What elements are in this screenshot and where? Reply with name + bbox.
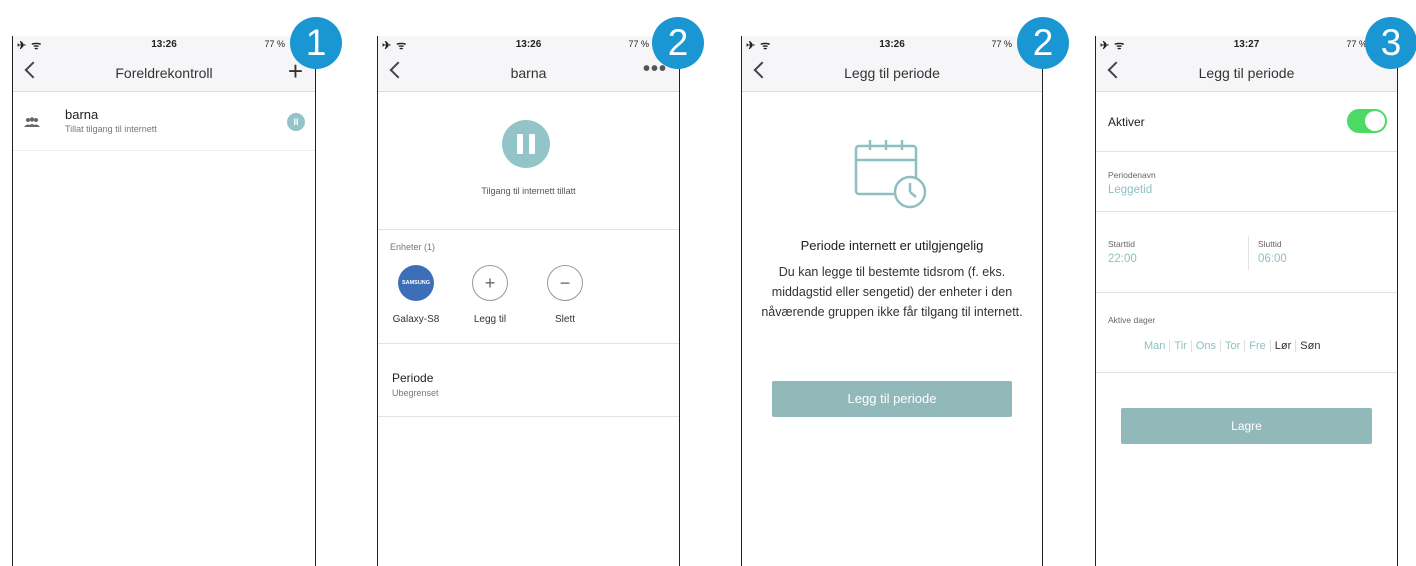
group-name: barna xyxy=(65,107,99,122)
step-badge-2: 2 xyxy=(652,17,704,69)
save-button[interactable]: Lagre xyxy=(1121,408,1372,444)
device-label: Galaxy-S8 xyxy=(392,314,440,325)
field-separator xyxy=(1248,236,1249,270)
start-time-label: Starttid xyxy=(1108,239,1135,249)
status-bar: ✈ ᯤ 13:27 77 % xyxy=(1096,36,1397,54)
back-icon[interactable] xyxy=(753,61,771,79)
page-title: Legg til periode xyxy=(1198,65,1295,81)
period-title[interactable]: Periode xyxy=(392,371,433,385)
nav-bar: Legg til periode xyxy=(1096,54,1397,92)
day-thu[interactable]: Tor xyxy=(1221,340,1246,352)
pause-icon-bar-left xyxy=(517,134,523,154)
pause-button[interactable] xyxy=(502,120,550,168)
group-status: Tillat tilgang til internett xyxy=(65,124,157,134)
divider xyxy=(1096,292,1397,293)
divider xyxy=(1096,211,1397,212)
screen-add-period-form: ✈ ᯤ 13:27 77 % Legg til periode Aktiver … xyxy=(1095,36,1398,566)
add-device-label: Legg til xyxy=(473,314,507,325)
battery-level: 77 % xyxy=(991,39,1012,49)
battery-level: 77 % xyxy=(1346,39,1367,49)
day-tue[interactable]: Tir xyxy=(1170,340,1192,352)
delete-device-label: Slett xyxy=(554,314,575,325)
period-name-label: Periodenavn xyxy=(1108,170,1156,180)
status-bar: ✈ ᯤ 13:26 77 % xyxy=(742,36,1042,54)
end-time-field[interactable]: 06:00 xyxy=(1258,253,1287,265)
nav-bar: Legg til periode xyxy=(742,54,1042,92)
nav-bar: Foreldrekontroll + xyxy=(13,54,315,92)
day-sun[interactable]: Søn xyxy=(1296,340,1324,352)
pause-icon[interactable]: II xyxy=(287,113,305,131)
nav-bar: barna ••• xyxy=(378,54,679,92)
calendar-clock-icon xyxy=(852,136,932,221)
activate-toggle[interactable] xyxy=(1347,109,1387,133)
active-days-label: Aktive dager xyxy=(1108,315,1156,325)
day-fri[interactable]: Fre xyxy=(1245,340,1271,352)
back-icon[interactable] xyxy=(389,61,407,79)
page-title: Foreldrekontroll xyxy=(115,65,213,81)
group-icon xyxy=(23,117,41,130)
divider xyxy=(378,229,679,230)
active-days-selector: Man Tir Ons Tor Fre Lør Søn xyxy=(1140,340,1324,352)
screen-add-period-empty: ✈ ᯤ 13:26 77 % Legg til periode Periode … xyxy=(741,36,1043,566)
start-time-field[interactable]: 22:00 xyxy=(1108,253,1137,265)
empty-state-description: Du kan legge til bestemte tidsrom (f. ek… xyxy=(761,265,1023,319)
remove-device-icon[interactable]: − xyxy=(547,265,583,301)
screen-parental-control: ✈ ᯤ 13:26 77 % Foreldrekontroll + barna … xyxy=(12,36,316,566)
back-icon[interactable] xyxy=(24,61,42,79)
battery-level: 77 % xyxy=(628,39,649,49)
divider xyxy=(378,343,679,344)
step-badge-1: 1 xyxy=(290,17,342,69)
end-time-label: Sluttid xyxy=(1258,239,1282,249)
group-row[interactable]: barna Tillat tilgang til internett II xyxy=(13,93,315,151)
back-icon[interactable] xyxy=(1107,61,1125,79)
empty-state-title: Periode internett er utilgjengelig xyxy=(800,238,984,253)
page-title: barna xyxy=(510,65,547,81)
period-value: Ubegrenset xyxy=(392,388,439,398)
screen-group-detail: ✈ ᯤ 13:26 77 % barna ••• Tilgang til int… xyxy=(377,36,680,566)
status-bar: ✈ ᯤ 13:26 77 % xyxy=(13,36,315,54)
pause-icon-bar-right xyxy=(529,134,535,154)
status-bar: ✈ ᯤ 13:26 77 % xyxy=(378,36,679,54)
period-name-field[interactable]: Leggetid xyxy=(1108,184,1152,196)
activate-label: Aktiver xyxy=(1108,115,1145,129)
access-status: Tilgang til internett tillatt xyxy=(481,186,576,196)
add-device-icon[interactable]: + xyxy=(472,265,508,301)
devices-header: Enheter (1) xyxy=(390,242,436,252)
divider xyxy=(1096,151,1397,152)
day-wed[interactable]: Ons xyxy=(1191,340,1222,352)
divider xyxy=(1096,372,1397,373)
battery-level: 77 % xyxy=(264,39,285,49)
toggle-knob xyxy=(1365,111,1385,131)
step-badge-3: 3 xyxy=(1365,17,1416,69)
step-badge-2b: 2 xyxy=(1017,17,1069,69)
day-mon[interactable]: Man xyxy=(1140,340,1171,352)
page-title: Legg til periode xyxy=(844,65,940,81)
divider xyxy=(378,416,679,417)
day-sat[interactable]: Lør xyxy=(1270,340,1297,352)
samsung-logo-icon[interactable]: SAMSUNG xyxy=(398,265,434,301)
add-period-button[interactable]: Legg til periode xyxy=(772,381,1012,417)
